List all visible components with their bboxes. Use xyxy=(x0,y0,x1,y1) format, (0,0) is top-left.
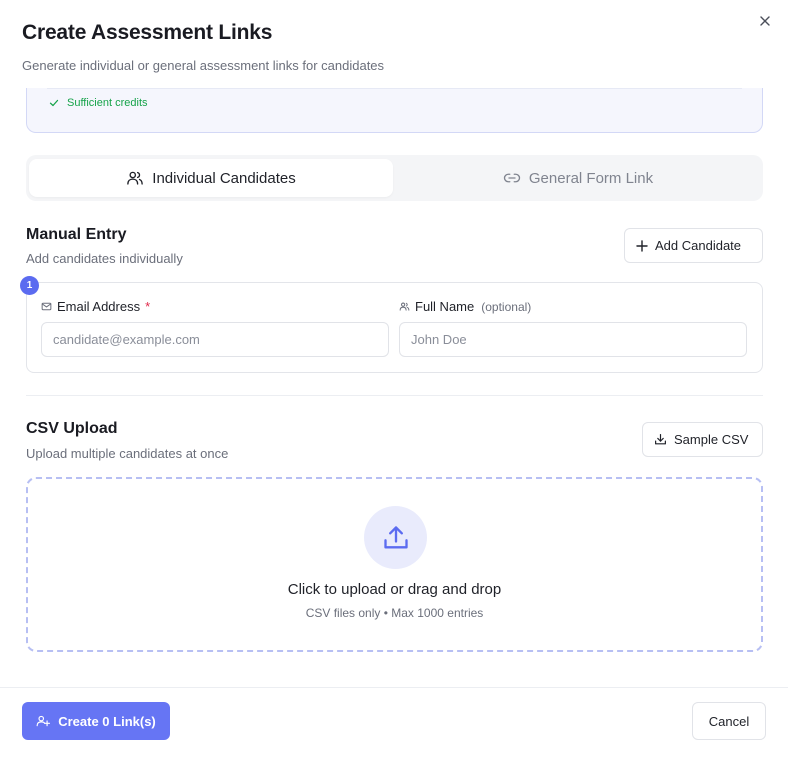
required-mark: * xyxy=(145,299,151,314)
create-links-button[interactable]: Create 0 Link(s) xyxy=(22,702,170,740)
csv-dropzone[interactable]: Click to upload or drag and drop CSV fil… xyxy=(26,477,763,652)
add-candidate-label: Add Candidate xyxy=(655,238,742,253)
users-icon xyxy=(127,171,144,185)
cancel-button[interactable]: Cancel xyxy=(692,702,766,740)
section-divider xyxy=(26,395,763,396)
tab-general-form-link[interactable]: General Form Link xyxy=(396,159,760,197)
mail-icon xyxy=(41,302,52,311)
sample-csv-label: Sample CSV xyxy=(674,432,749,447)
tab-label: Individual Candidates xyxy=(152,169,296,187)
close-icon xyxy=(760,16,770,26)
footer-divider xyxy=(0,687,788,688)
full-name-label-text: Full Name xyxy=(415,299,475,314)
csv-upload-subtitle: Upload multiple candidates at once xyxy=(26,446,229,461)
sample-csv-button[interactable]: Sample CSV xyxy=(642,422,763,457)
dialog-title: Create Assessment Links xyxy=(22,21,273,44)
full-name-label: Full Name (optional) xyxy=(399,299,531,314)
email-field[interactable] xyxy=(41,322,389,357)
credits-status: Sufficient credits xyxy=(49,97,148,109)
create-links-dialog: Create Assessment Links Generate individ… xyxy=(0,0,788,769)
credits-divider xyxy=(47,88,742,89)
user-icon xyxy=(399,302,410,311)
manual-entry-title: Manual Entry xyxy=(26,226,127,243)
credits-panel: Sufficient credits xyxy=(26,88,763,133)
dropzone-subtitle: CSV files only • Max 1000 entries xyxy=(305,606,484,620)
user-plus-icon xyxy=(36,715,51,727)
check-icon xyxy=(49,99,59,107)
dialog-subtitle: Generate individual or general assessmen… xyxy=(22,58,385,73)
credits-status-text: Sufficient credits xyxy=(67,97,148,109)
email-label-text: Email Address xyxy=(57,299,141,314)
add-candidate-button[interactable]: Add Candidate xyxy=(624,228,763,263)
optional-hint: (optional) xyxy=(481,299,532,314)
email-label: Email Address * xyxy=(41,299,150,314)
csv-upload-title: CSV Upload xyxy=(26,420,118,437)
create-links-label: Create 0 Link(s) xyxy=(58,713,156,729)
tab-individual-candidates[interactable]: Individual Candidates xyxy=(29,159,393,197)
tab-label: General Form Link xyxy=(528,169,654,187)
manual-entry-subtitle: Add candidates individually xyxy=(26,251,183,266)
download-icon xyxy=(655,434,666,445)
mode-tabs: Individual Candidates General Form Link xyxy=(26,155,763,201)
plus-icon xyxy=(636,239,648,252)
link-icon xyxy=(503,173,521,183)
full-name-field[interactable] xyxy=(399,322,747,357)
upload-icon-circle xyxy=(364,506,427,569)
close-button[interactable] xyxy=(756,12,774,30)
upload-icon xyxy=(383,525,408,548)
dropzone-title: Click to upload or drag and drop xyxy=(287,581,502,598)
entry-number-badge: 1 xyxy=(20,276,39,295)
